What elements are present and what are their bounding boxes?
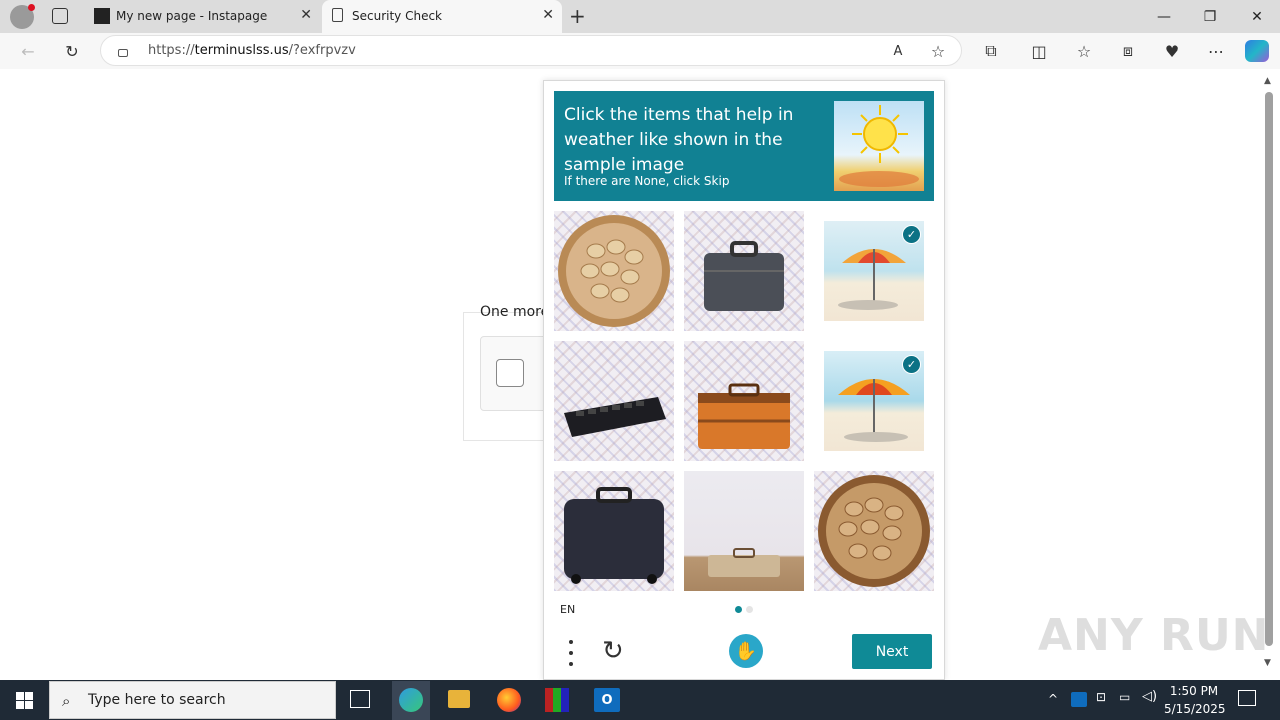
tab-security-check[interactable]: Security Check ✕ bbox=[322, 0, 562, 33]
close-window-icon[interactable]: ✕ bbox=[1234, 0, 1280, 33]
network-icon[interactable]: ▭ bbox=[1119, 690, 1130, 704]
selected-check-icon: ✓ bbox=[902, 355, 921, 374]
url-host: terminuslss.us bbox=[194, 43, 289, 58]
browser-essentials-icon[interactable]: ♥ bbox=[1162, 41, 1182, 61]
outlook-tray-icon[interactable] bbox=[1071, 692, 1087, 707]
page-icon bbox=[332, 8, 343, 22]
captcha-item-9[interactable] bbox=[814, 471, 934, 591]
favorites-icon[interactable]: ☆ bbox=[1074, 41, 1094, 61]
edge-icon bbox=[399, 688, 423, 712]
minimize-icon[interactable]: — bbox=[1141, 0, 1187, 33]
back-icon[interactable]: ← bbox=[18, 41, 38, 61]
clock-date[interactable]: 5/15/2025 bbox=[1164, 702, 1226, 716]
firefox-icon[interactable] bbox=[497, 688, 521, 712]
show-hidden-icons-icon[interactable]: ^ bbox=[1048, 692, 1058, 706]
verify-checkbox[interactable] bbox=[496, 359, 524, 387]
page-indicator bbox=[746, 606, 753, 613]
captcha-item-1[interactable] bbox=[554, 211, 674, 331]
captcha-item-2[interactable] bbox=[684, 211, 804, 331]
clock-time[interactable]: 1:50 PM bbox=[1168, 684, 1220, 698]
winrar-icon[interactable] bbox=[545, 688, 569, 712]
url-text: https://terminuslss.us/?exfrpvzv bbox=[148, 43, 356, 58]
captcha-item-5[interactable] bbox=[684, 341, 804, 461]
extensions-icon[interactable]: ⧉ bbox=[981, 41, 1001, 61]
copilot-icon[interactable] bbox=[1245, 40, 1269, 62]
menu-dots-icon[interactable] bbox=[566, 640, 576, 666]
captcha-item-4[interactable] bbox=[554, 341, 674, 461]
restore-icon[interactable]: ❐ bbox=[1187, 0, 1233, 33]
refresh-challenge-icon[interactable]: ↻ bbox=[602, 636, 624, 666]
more-menu-icon[interactable]: ⋯ bbox=[1206, 41, 1226, 61]
outlook-icon[interactable]: O bbox=[594, 688, 620, 712]
close-tab-icon[interactable]: ✕ bbox=[300, 7, 312, 23]
tab-title: My new page - Instapage bbox=[116, 9, 268, 23]
scrollbar-thumb[interactable] bbox=[1265, 92, 1273, 646]
file-explorer-icon[interactable] bbox=[448, 690, 470, 708]
captcha-item-7[interactable] bbox=[554, 471, 674, 591]
tab-instapage[interactable]: My new page - Instapage ✕ bbox=[86, 0, 320, 33]
page-indicator-active bbox=[735, 606, 742, 613]
search-icon: ⌕ bbox=[62, 692, 71, 710]
selected-check-icon: ✓ bbox=[902, 225, 921, 244]
tray-app-icon[interactable]: ⊡ bbox=[1096, 690, 1106, 704]
prompt-title: Click the items that help in weather lik… bbox=[564, 105, 794, 175]
watermark: ANY RUN bbox=[1038, 610, 1270, 661]
url-path: /?exfrpvzv bbox=[288, 43, 356, 58]
windows-start-icon[interactable] bbox=[16, 692, 33, 709]
profile-avatar[interactable] bbox=[10, 4, 35, 29]
new-tab-icon[interactable]: + bbox=[569, 4, 586, 28]
close-tab-icon[interactable]: ✕ bbox=[542, 7, 554, 23]
volume-icon[interactable]: ◁) bbox=[1142, 689, 1157, 704]
verification-text: One more bbox=[480, 304, 550, 320]
hcaptcha-logo-icon: ✋ bbox=[729, 634, 763, 668]
next-button[interactable]: Next bbox=[852, 634, 932, 669]
language-selector[interactable]: EN bbox=[560, 603, 575, 616]
lock-icon[interactable] bbox=[118, 49, 128, 57]
refresh-icon[interactable]: ↻ bbox=[62, 41, 82, 61]
notifications-icon[interactable] bbox=[1238, 690, 1256, 706]
tab-actions-icon[interactable] bbox=[52, 8, 68, 24]
collections-icon[interactable]: ⧈ bbox=[1118, 41, 1138, 61]
task-view-icon[interactable] bbox=[350, 690, 370, 708]
url-scheme: https:// bbox=[148, 43, 195, 58]
split-screen-icon[interactable]: ◫ bbox=[1029, 41, 1049, 61]
captcha-item-8[interactable] bbox=[684, 471, 804, 591]
favorite-star-icon[interactable]: ☆ bbox=[928, 41, 948, 61]
instapage-favicon-icon bbox=[94, 8, 110, 24]
read-aloud-icon[interactable]: A bbox=[888, 41, 908, 61]
tab-title: Security Check bbox=[352, 9, 443, 23]
sample-image bbox=[834, 101, 924, 191]
scroll-up-icon[interactable]: ▲ bbox=[1264, 76, 1271, 86]
prompt-subtitle: If there are None, click Skip bbox=[564, 174, 730, 188]
search-placeholder: Type here to search bbox=[88, 692, 226, 708]
